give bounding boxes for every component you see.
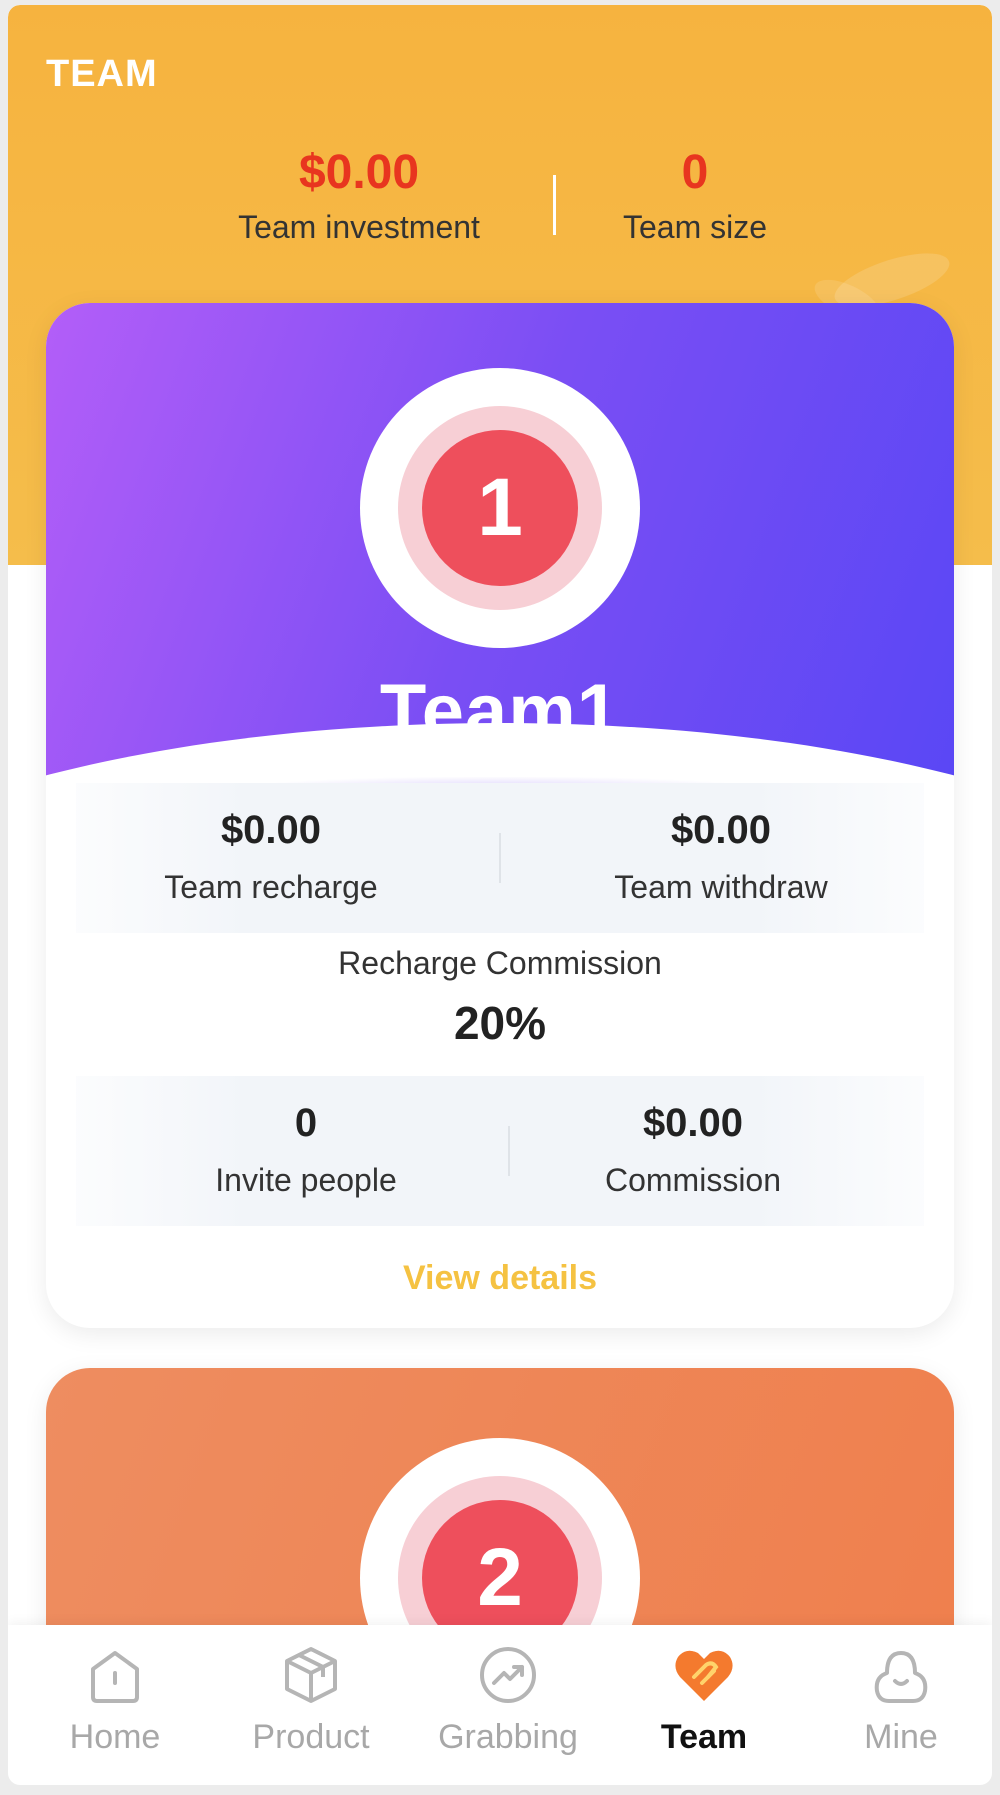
team-investment-stat: $0.00 Team investment [199,145,519,249]
commission-label: Commission [604,1162,782,1198]
tab-product[interactable]: Product [213,1643,409,1757]
team-withdraw-label: Team withdraw [614,869,828,905]
team-summary: $0.00 Team investment 0 Team size [8,145,992,265]
tab-label: Home [69,1718,161,1756]
invite-people-label: Invite people [215,1162,397,1198]
invite-people-stat: 0 Invite people [141,1076,471,1200]
team-name: Team1 [379,669,621,754]
tab-team[interactable]: Team [606,1643,802,1757]
view-details-link[interactable]: View details [46,1253,954,1303]
user-icon [869,1643,933,1707]
recharge-commission-title: Recharge Commission [338,945,662,981]
trend-icon [476,1643,540,1707]
tab-label: Team [660,1718,748,1756]
recharge-commission-rate: 20% [453,997,547,1049]
box-icon [279,1643,343,1707]
team-recharge-label: Team recharge [164,869,378,905]
tab-label: Mine [864,1718,938,1756]
invite-people-value: 0 [294,1101,318,1145]
rank-medal-icon: 1 [360,368,640,648]
commission-stat: $0.00 Commission [528,1076,858,1200]
team-recharge-stat: $0.00 Team recharge [106,783,436,907]
recharge-withdraw-row: $0.00 Team recharge $0.00 Team withdraw [76,783,924,933]
bottom-tab-bar: Home Product Grabbing Team Mine [8,1625,992,1785]
team-withdraw-value: $0.00 [670,808,772,852]
tab-home[interactable]: Home [17,1643,213,1757]
medal-number: 1 [422,430,578,586]
invite-commission-row: 0 Invite people $0.00 Commission [76,1076,924,1226]
tab-label: Grabbing [438,1718,578,1756]
team-screen: TEAM $0.00 Team investment 0 Team size 1… [8,5,992,1785]
tab-label: Product [252,1718,370,1756]
row-divider [508,1126,510,1176]
team-card-1: 1 Team1 $0.00 Team recharge $0.00 Team w… [46,303,954,1328]
team-size-label: Team size [622,209,768,245]
team-recharge-value: $0.00 [220,808,322,852]
page-title: TEAM [46,53,158,95]
tab-grabbing[interactable]: Grabbing [410,1643,606,1757]
team-investment-label: Team investment [238,209,480,245]
team-size-stat: 0 Team size [535,145,855,249]
team-size-value: 0 [681,146,709,199]
tab-mine[interactable]: Mine [803,1643,992,1757]
team-investment-value: $0.00 [298,146,420,199]
team-withdraw-stat: $0.00 Team withdraw [556,783,886,907]
heart-handshake-icon [672,1643,736,1707]
commission-value: $0.00 [642,1101,744,1145]
row-divider [499,833,501,883]
home-icon [83,1643,147,1707]
